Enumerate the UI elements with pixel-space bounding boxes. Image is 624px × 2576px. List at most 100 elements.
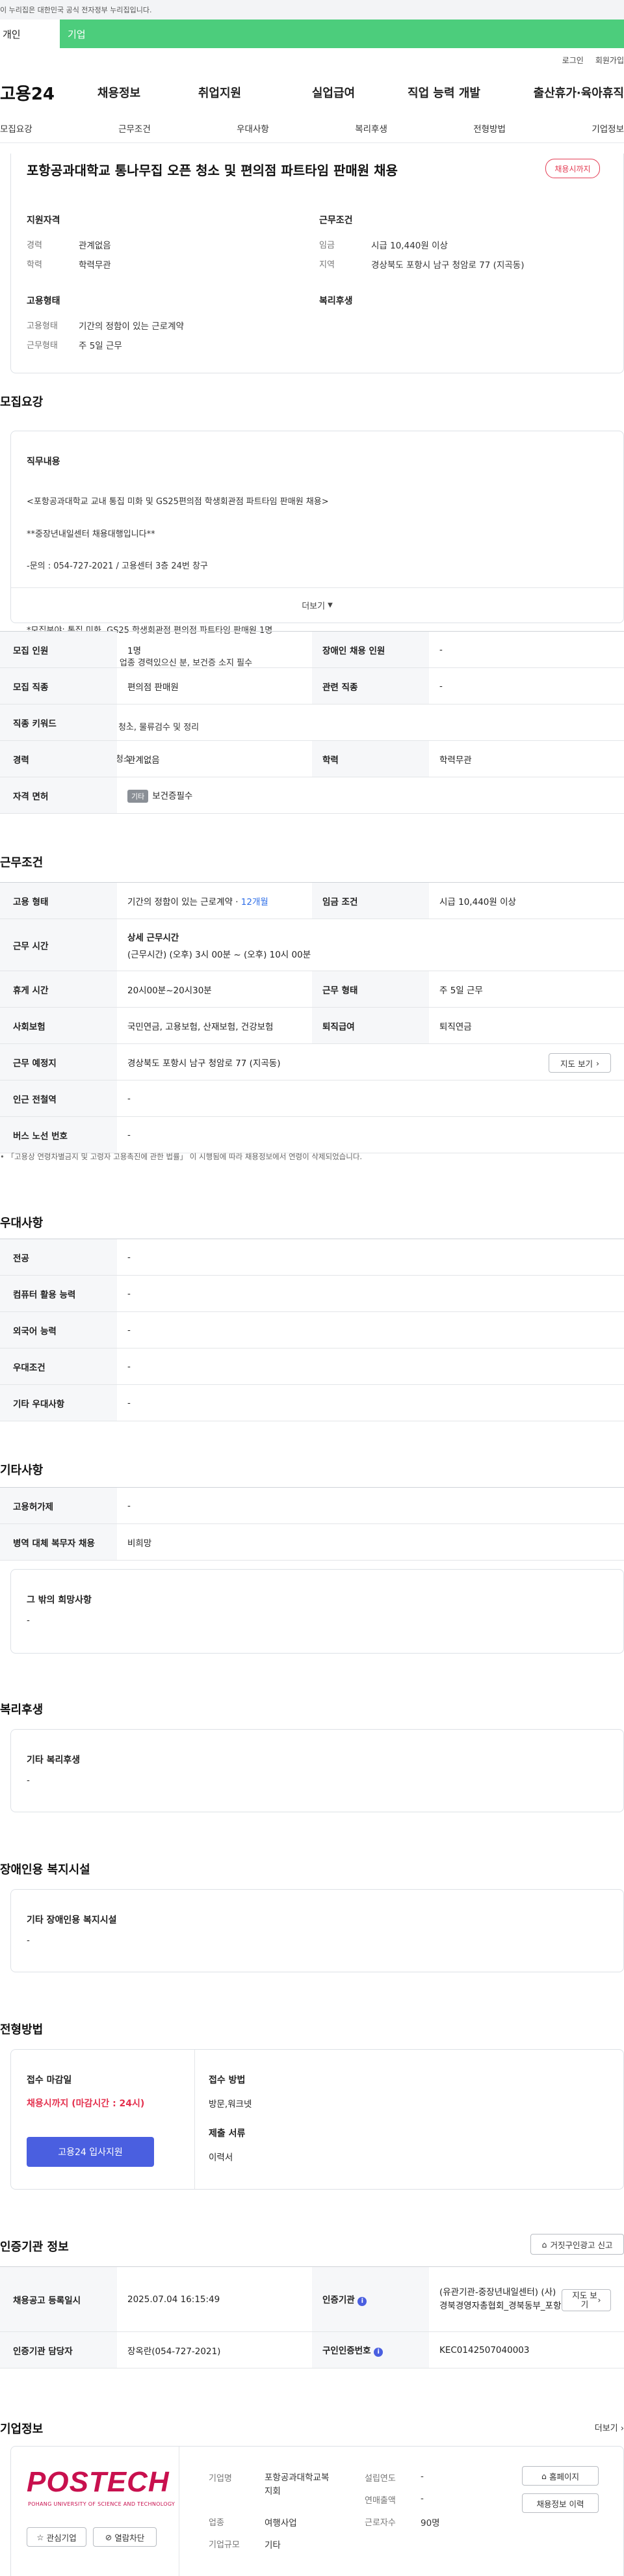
- job-title: 포항공과대학교 통나무집 오픈 청소 및 편의점 파트타임 판매원 채용: [27, 163, 398, 178]
- home-icon: ⌂: [541, 2239, 547, 2249]
- location-label: 근무 예정지: [0, 1043, 117, 1080]
- block-button[interactable]: ⊘ 열람차단: [93, 2527, 157, 2547]
- facility-box-value: -: [27, 1935, 30, 1946]
- table-row: 버스 노선 번호 -: [0, 1116, 624, 1153]
- tab-welfare[interactable]: 복리후생: [355, 122, 387, 135]
- size-label: 기업규모: [209, 2540, 240, 2550]
- table-row: 경력 관계없음 학력 학력무관: [0, 740, 624, 777]
- welfare-section-title: 복리후생: [0, 1703, 44, 1717]
- tab-recruit[interactable]: 모집요강: [0, 122, 32, 135]
- conditions-section-title: 근무조건: [0, 856, 44, 870]
- reg-date-label: 채용공고 등록일시: [0, 2266, 117, 2332]
- tab-screening[interactable]: 전형방법: [473, 122, 506, 135]
- job-description-card: 직무내용 <포항공과대학교 교내 통집 미화 및 GS25편의점 학생회관점 파…: [10, 431, 624, 764]
- sales-value: -: [421, 2493, 424, 2504]
- edu-value: 학력무관: [79, 260, 111, 271]
- emp-type-value: 기간의 정함이 있는 근로계약: [79, 321, 184, 332]
- agency-map-button[interactable]: 지도 보기 ›: [562, 2289, 611, 2311]
- agency-value: (유관기관-중장년내일센터) (사)경북경영자총협회_경북동부_포항: [439, 2287, 562, 2311]
- site-logo[interactable]: 고용24: [0, 81, 83, 105]
- severance-value: 퇴직연금: [429, 1007, 624, 1044]
- keyword-value: -: [117, 704, 624, 741]
- wage-value: 시급 10,440원 이상: [429, 882, 624, 919]
- license-label: 자격 면허: [0, 777, 117, 814]
- emp-type-label: 고용형태: [27, 321, 58, 331]
- gnb-item-employment-support[interactable]: 취업지원: [155, 84, 285, 101]
- map-button[interactable]: 지도 보기 ›: [549, 1053, 611, 1073]
- more-button[interactable]: 더보기 ▼: [11, 587, 623, 623]
- tab-personal[interactable]: 개인: [0, 20, 60, 48]
- screening-card: 접수 마감일 채용시까지 (마감시간 : 24시) 고용24 입사지원 접수 방…: [10, 2049, 624, 2190]
- history-button[interactable]: 채용정보 이력: [522, 2493, 599, 2513]
- table-row: 휴게 시간 20시00분~20시30분 근무 형태 주 5일 근무: [0, 971, 624, 1008]
- table-row: 채용공고 등록일시 2025.07.04 16:15:49 인증기관 i (유관…: [0, 2266, 624, 2332]
- welfare-title: 복리후생: [319, 296, 353, 306]
- table-row: 근무 예정지 경상북도 포항시 남구 청암로 77 (지곡동) 지도 보기 ›: [0, 1043, 624, 1080]
- company-card: POSTECH POHANG UNIVERSITY OF SCIENCE AND…: [10, 2446, 624, 2576]
- screening-section-title: 전형방법: [0, 2023, 44, 2037]
- welfare-box-value: -: [27, 1775, 30, 1786]
- industry-label: 업종: [209, 2518, 224, 2528]
- age-notice: • 「고용상 연령차별금지 및 고령자 고용촉진에 관한 법률」 이 시행됨에 …: [0, 1152, 363, 1161]
- home-icon: ⌂: [541, 2471, 547, 2481]
- wage-value: 시급 10,440원 이상: [371, 241, 448, 251]
- company-logo-sub: POHANG UNIVERSITY OF SCIENCE AND TECHNOL…: [28, 2501, 176, 2507]
- info-icon[interactable]: i: [358, 2297, 367, 2306]
- work-type-value: 주 5일 근무: [79, 341, 122, 351]
- tab-business[interactable]: 기업: [60, 20, 624, 48]
- report-button[interactable]: ⌂ 거짓구인광고 신고: [530, 2234, 624, 2255]
- table-row: 근무 시간 상세 근무시간 (근무시간) (오후) 3시 00분 ~ (오후) …: [0, 919, 624, 971]
- homepage-button[interactable]: ⌂ 홈페이지: [522, 2466, 599, 2486]
- gnb-item-training[interactable]: 직업 능력 개발: [382, 84, 506, 101]
- emp-months: 12개월: [240, 896, 268, 907]
- info-icon[interactable]: i: [374, 2348, 384, 2357]
- chevron-right-icon: ›: [597, 2295, 601, 2305]
- region-value: 경상북도 포항시 남구 청암로 77 (지곡동): [371, 260, 525, 271]
- welfare-card: 기타 복리후생 -: [10, 1729, 624, 1812]
- desc-title: 직무내용: [27, 457, 60, 467]
- count-value: 1명: [117, 631, 312, 668]
- tab-conditions[interactable]: 근무조건: [118, 122, 151, 135]
- bus-value: -: [117, 1116, 624, 1153]
- insurance-label: 사회보험: [0, 1007, 117, 1044]
- interest-button[interactable]: ☆ 관심기업: [27, 2527, 86, 2547]
- staff-label: 근로자수: [365, 2518, 396, 2528]
- industry-value: 여행사업: [265, 2518, 297, 2529]
- license-value: 보건증필수: [152, 790, 193, 801]
- work-type-label: 근무형태: [27, 341, 58, 351]
- gnb-item-jobs[interactable]: 채용정보: [83, 84, 155, 101]
- login-link[interactable]: 로그인: [562, 55, 584, 66]
- table-row: 인증기관 담당자 장옥란(054-727-2021) 구인인증번호 i KEC0…: [0, 2331, 624, 2368]
- section-tabs: 모집요강 근무조건 우대사항 복리후생 전형방법 기업정보: [0, 113, 624, 143]
- tab-preference[interactable]: 우대사항: [237, 122, 269, 135]
- table-row: 인근 전철역 -: [0, 1080, 624, 1117]
- name-value: 포항공과대학교복지회: [265, 2473, 330, 2497]
- company-more-link[interactable]: 더보기 ›: [595, 2421, 624, 2434]
- location-value: 경상북도 포항시 남구 청암로 77 (지곡동): [127, 1058, 281, 1069]
- deadline-value: 채용시까지 (마감시간 : 24시): [27, 2099, 145, 2109]
- gov-notice-bar: 이 누리집은 대한민국 공식 전자정부 누리집입니다.: [0, 0, 624, 20]
- star-icon: ☆: [36, 2532, 44, 2542]
- table-row: 컴퓨터 활용 능력 -: [0, 1275, 624, 1312]
- worktype-label: 근무 형태: [312, 971, 429, 1008]
- founded-value: -: [421, 2471, 424, 2482]
- table-row: 사회보험 국민연금, 고용보험, 산재보험, 건강보험 퇴직급여 퇴직연금: [0, 1007, 624, 1044]
- gnb-item-leave[interactable]: 출산휴가·육아휴직: [506, 84, 624, 101]
- status-badge: 채용시까지: [545, 159, 600, 178]
- table-row: 전공 -: [0, 1239, 624, 1276]
- table-row: 자격 면허 기타 보건증필수: [0, 777, 624, 814]
- gov-notice-text: 이 누리집은 대한민국 공식 전자정부 누리집입니다.: [0, 6, 152, 14]
- qual-title: 지원자격: [27, 215, 60, 226]
- table-row: 직종 키워드 -: [0, 704, 624, 741]
- etc-section-title: 기타사항: [0, 1464, 44, 1477]
- disabled-label: 장애인 채용 인원: [312, 631, 429, 668]
- preference-section-title: 우대사항: [0, 1216, 44, 1230]
- related-label: 관련 직종: [312, 667, 429, 704]
- break-value: 20시00분~20시30분: [117, 971, 312, 1008]
- join-link[interactable]: 회원가입: [595, 55, 624, 66]
- table-row: 고용 형태 기간의 정함이 있는 근로계약 · 12개월 임금 조건 시급 10…: [0, 882, 624, 919]
- recruit-table: 모집 인원 1명 장애인 채용 인원 - 모집 직종 편의점 판매원 관련 직종…: [0, 631, 624, 814]
- apply-button[interactable]: 고용24 입사지원: [27, 2137, 154, 2167]
- gnb-item-unemployment[interactable]: 실업급여: [285, 84, 382, 101]
- tab-company[interactable]: 기업정보: [592, 122, 624, 135]
